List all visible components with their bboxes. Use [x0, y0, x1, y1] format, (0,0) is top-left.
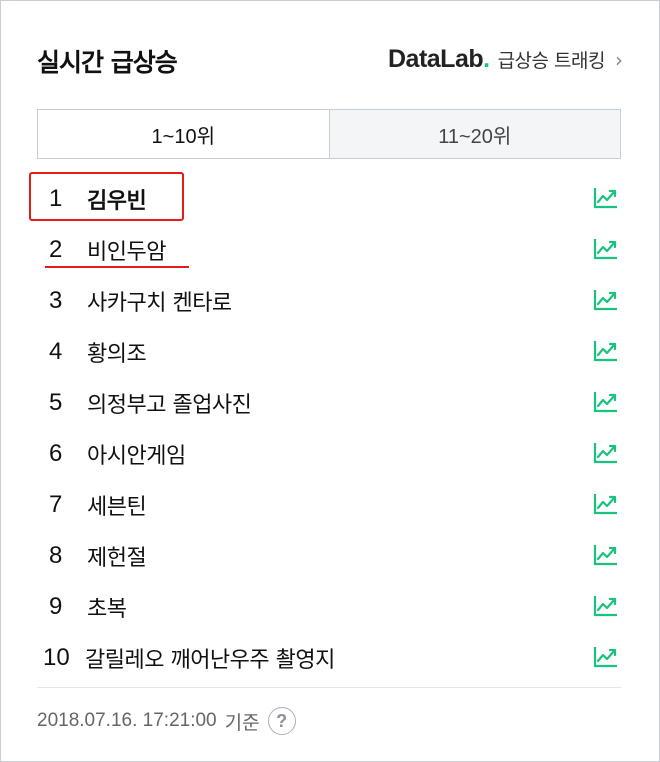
timestamp-basis-label: 기준 [224, 711, 260, 734]
panel-title: 실시간 급상승 [37, 48, 178, 77]
rank-number: 8 [49, 541, 63, 569]
keyword-link[interactable]: 의정부고 졸업사진 [87, 387, 252, 419]
trend-chart-icon[interactable] [593, 492, 619, 516]
update-timestamp: 2018.07.16. 17:21:00 [37, 710, 217, 731]
panel-header: 실시간 급상승 DataLab. 급상승 트래킹 › [37, 37, 623, 87]
trend-chart-icon[interactable] [593, 339, 619, 363]
trend-chart-icon[interactable] [593, 441, 619, 465]
ranking-row-5[interactable]: 5 의정부고 졸업사진 [37, 377, 621, 428]
ranking-row-4[interactable]: 4 황의조 [37, 326, 621, 377]
tab-rank-1-10[interactable]: 1~10위 [38, 110, 329, 158]
footer-divider [37, 687, 621, 688]
rank-number: 2 [49, 235, 63, 263]
rank-number: 10 [43, 643, 70, 671]
trend-chart-icon[interactable] [593, 543, 619, 567]
highlight-underline-rank-2 [45, 266, 189, 268]
rank-number: 5 [49, 388, 63, 416]
chevron-right-icon: › [615, 48, 623, 72]
ranking-row-8[interactable]: 8 제헌절 [37, 530, 621, 581]
keyword-link[interactable]: 아시안게임 [87, 438, 186, 470]
keyword-link[interactable]: 세븐틴 [87, 489, 147, 521]
ranking-row-6[interactable]: 6 아시안게임 [37, 428, 621, 479]
tab-rank-11-20[interactable]: 11~20위 [328, 110, 620, 158]
rank-number: 4 [49, 337, 63, 365]
rank-number: 6 [49, 439, 63, 467]
trend-chart-icon[interactable] [593, 186, 619, 210]
panel-footer: 2018.07.16. 17:21:00 기준 ? [37, 707, 296, 735]
ranking-list: 1 김우빈 2 비인두암 3 사카구치 켄타로 4 황의조 5 의정부고 졸업사… [37, 173, 621, 683]
realtime-trending-panel: 실시간 급상승 DataLab. 급상승 트래킹 › 1~10위 11~20위 … [0, 0, 660, 762]
ranking-row-9[interactable]: 9 초복 [37, 581, 621, 632]
keyword-link[interactable]: 비인두암 [87, 234, 166, 266]
keyword-link[interactable]: 황의조 [87, 336, 147, 368]
keyword-link[interactable]: 초복 [87, 591, 127, 623]
rank-number: 7 [49, 490, 63, 518]
trend-chart-icon[interactable] [593, 237, 619, 261]
ranking-row-7[interactable]: 7 세븐틴 [37, 479, 621, 530]
trend-chart-icon[interactable] [593, 594, 619, 618]
ranking-row-3[interactable]: 3 사카구치 켄타로 [37, 275, 621, 326]
ranking-row-10[interactable]: 10 갈릴레오 깨어난우주 촬영지 [37, 632, 621, 683]
question-circle-icon[interactable]: ? [267, 707, 296, 735]
rank-number: 9 [49, 592, 63, 620]
keyword-link[interactable]: 갈릴레오 깨어난우주 촬영지 [85, 642, 335, 674]
datalab-logo: DataLab. [388, 45, 490, 74]
datalab-logo-dot: . [483, 45, 490, 73]
datalab-link[interactable]: DataLab. 급상승 트래킹 › [388, 45, 623, 74]
keyword-link[interactable]: 제헌절 [87, 540, 147, 572]
trend-chart-icon[interactable] [593, 288, 619, 312]
keyword-link[interactable]: 사카구치 켄타로 [87, 285, 232, 317]
datalab-subtitle: 급상승 트래킹 [497, 50, 606, 72]
datalab-logo-text: DataLab [387, 45, 484, 73]
trend-chart-icon[interactable] [593, 645, 619, 669]
rank-range-tabs: 1~10위 11~20위 [37, 109, 621, 159]
trend-chart-icon[interactable] [593, 390, 619, 414]
rank-number: 3 [49, 286, 63, 314]
highlight-box-rank-1 [29, 172, 184, 221]
